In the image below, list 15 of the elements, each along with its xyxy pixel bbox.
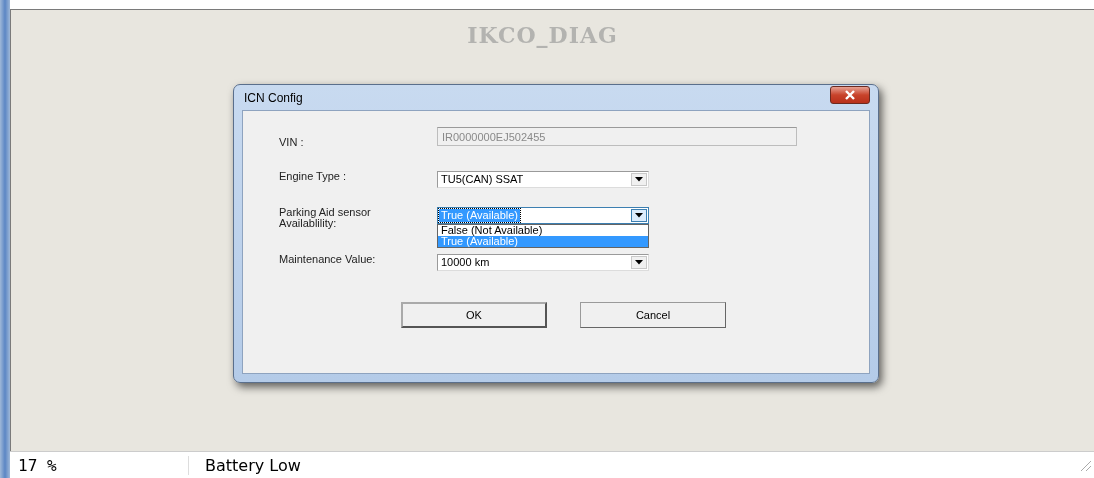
resize-grip-icon xyxy=(1078,458,1092,472)
field-label: Engine Type : xyxy=(279,171,348,182)
dialog-title: ICN Config xyxy=(244,90,303,105)
dialog-button[interactable]: Cancel xyxy=(580,302,726,328)
dropdown-field[interactable]: TU5(CAN) SSAT xyxy=(437,171,649,188)
field-label: Parking Aid sensor Availablility: xyxy=(279,207,372,229)
battery-level: 17 % xyxy=(10,455,189,475)
close-button[interactable] xyxy=(830,85,870,104)
close-icon xyxy=(843,89,857,100)
field-label: VIN : xyxy=(279,135,305,148)
dialog-button[interactable]: OK xyxy=(401,302,547,328)
field-label: Maintenance Value: xyxy=(279,254,377,265)
status-message: Battery Low xyxy=(205,455,301,475)
dropdown-option[interactable]: False (Not Available) xyxy=(438,225,648,236)
dropdown-field[interactable]: 10000 km xyxy=(437,254,649,271)
